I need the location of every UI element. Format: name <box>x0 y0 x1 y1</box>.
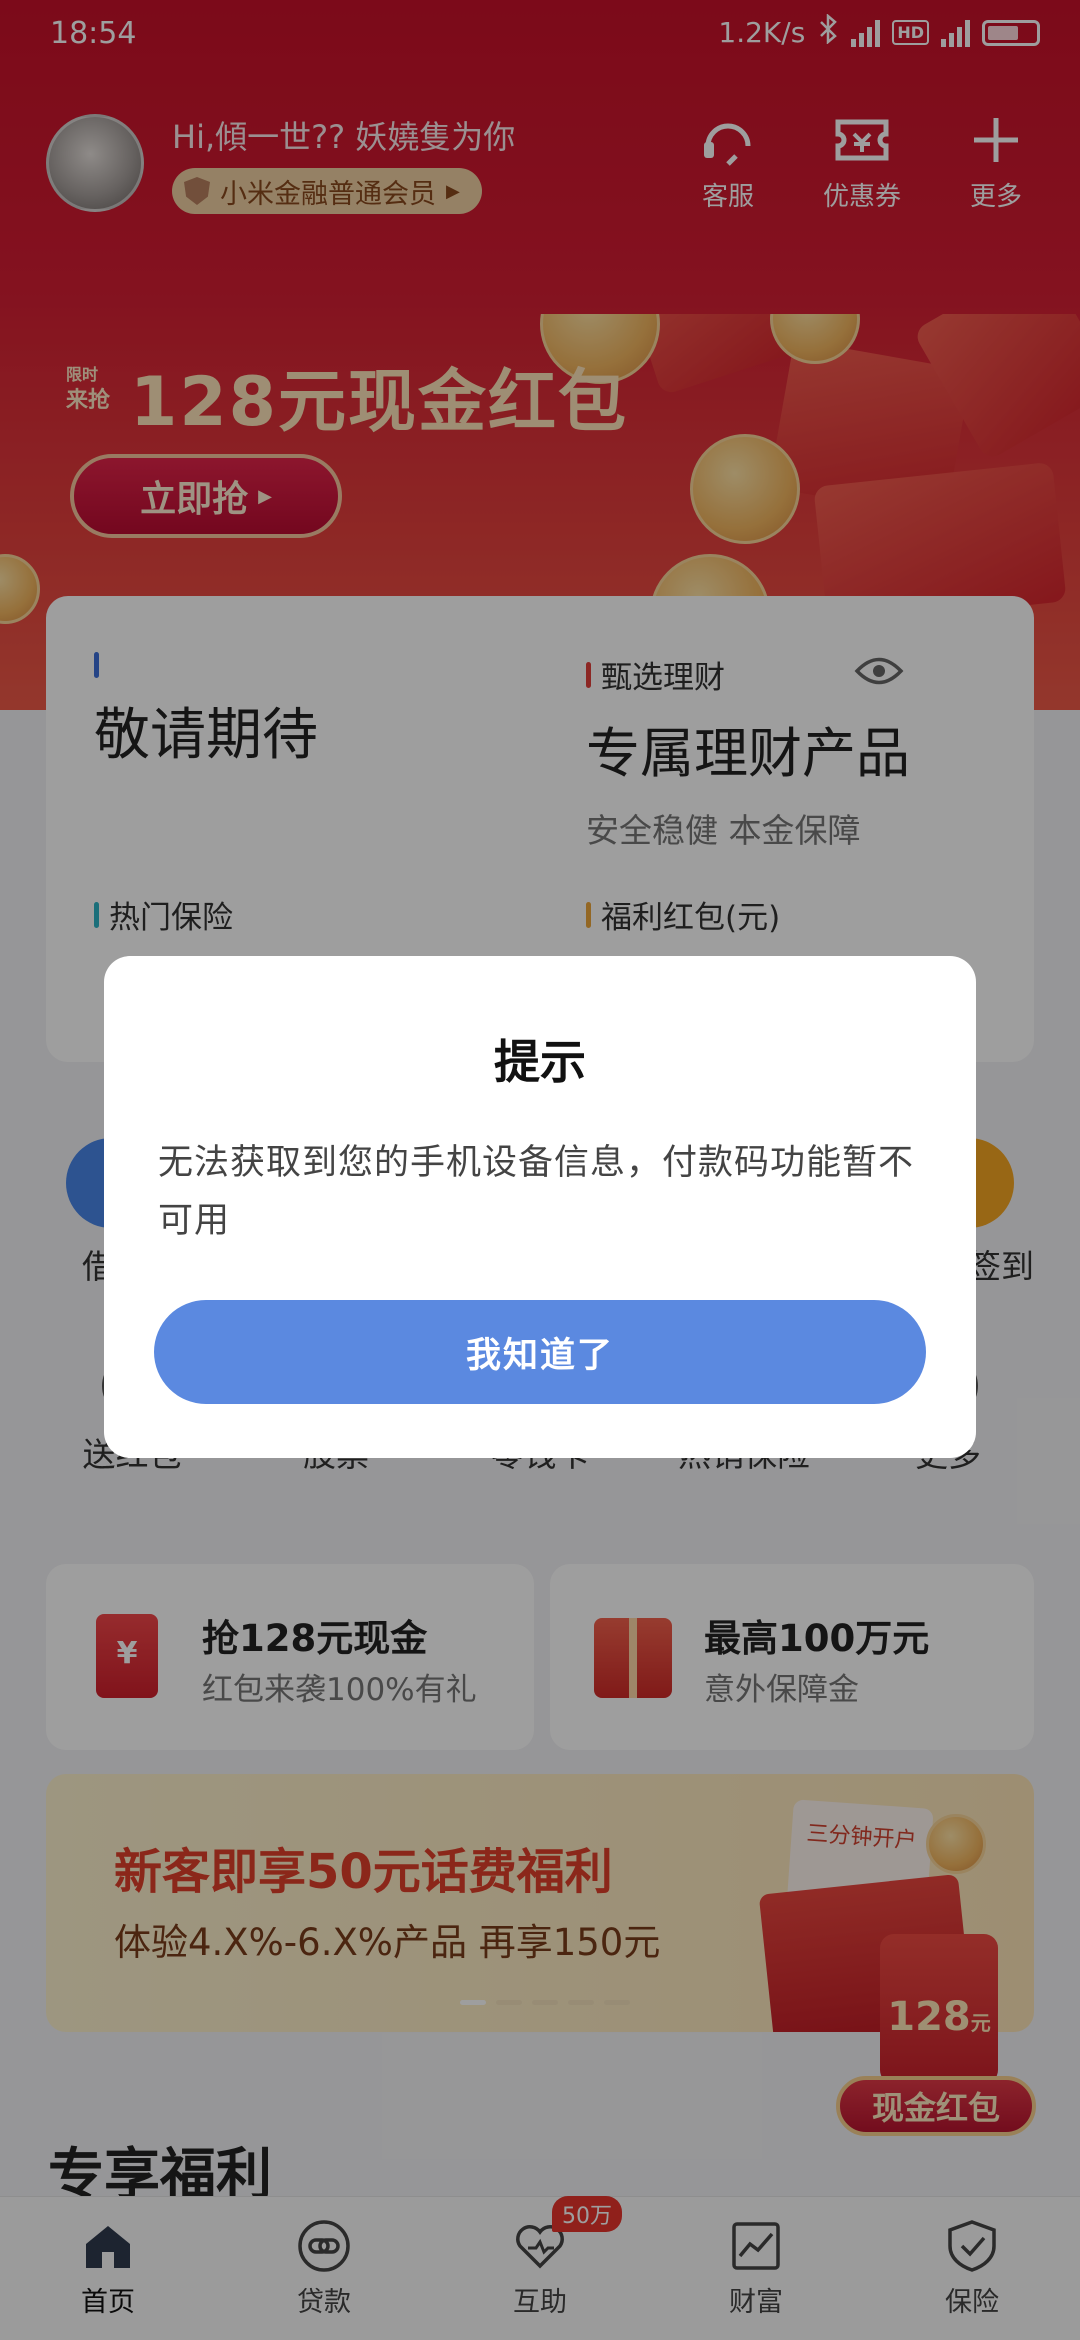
dialog-title: 提示 <box>494 1035 586 1089</box>
dialog-ok-label: 我知道了 <box>465 1334 614 1376</box>
dialog-message: 无法获取到您的手机设备信息，付款码功能暂不可用 <box>158 1143 915 1241</box>
dialog-ok-button[interactable]: 我知道了 <box>154 1300 926 1404</box>
alert-dialog: 提示 无法获取到您的手机设备信息，付款码功能暂不可用 我知道了 <box>104 956 976 1458</box>
